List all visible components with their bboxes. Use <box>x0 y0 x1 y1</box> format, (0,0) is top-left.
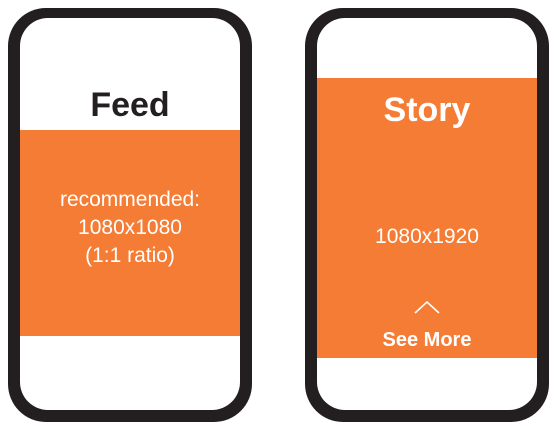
feed-screen: Feed recommended: 1080x1080 (1:1 ratio) <box>20 78 240 358</box>
feed-phone-home-button <box>110 391 152 407</box>
feed-phone: Feed recommended: 1080x1080 (1:1 ratio) <box>8 8 252 422</box>
feed-ratio: (1:1 ratio) <box>85 244 175 267</box>
story-phone-speaker <box>395 42 441 56</box>
story-phone-home-button <box>407 391 449 407</box>
chevron-up-icon <box>414 301 440 314</box>
story-title: Story <box>383 91 471 129</box>
feed-title: Feed <box>90 86 170 124</box>
story-dimensions: 1080x1920 <box>375 225 479 248</box>
story-phone: Story 1080x1920 See More <box>305 8 549 422</box>
story-phone-camera-icon <box>450 41 466 57</box>
feed-phone-camera-icon <box>153 41 169 57</box>
feed-recommendation-text: recommended: 1080x1080 (1:1 ratio) <box>20 186 240 270</box>
see-more-label: See More <box>382 329 472 351</box>
feed-dimensions: 1080x1080 <box>78 216 182 239</box>
feed-recommended-label: recommended: <box>59 188 201 211</box>
feed-phone-speaker <box>98 42 144 56</box>
feed-image-area: recommended: 1080x1080 (1:1 ratio) <box>20 130 240 336</box>
story-screen: Story 1080x1920 See More <box>317 78 537 358</box>
